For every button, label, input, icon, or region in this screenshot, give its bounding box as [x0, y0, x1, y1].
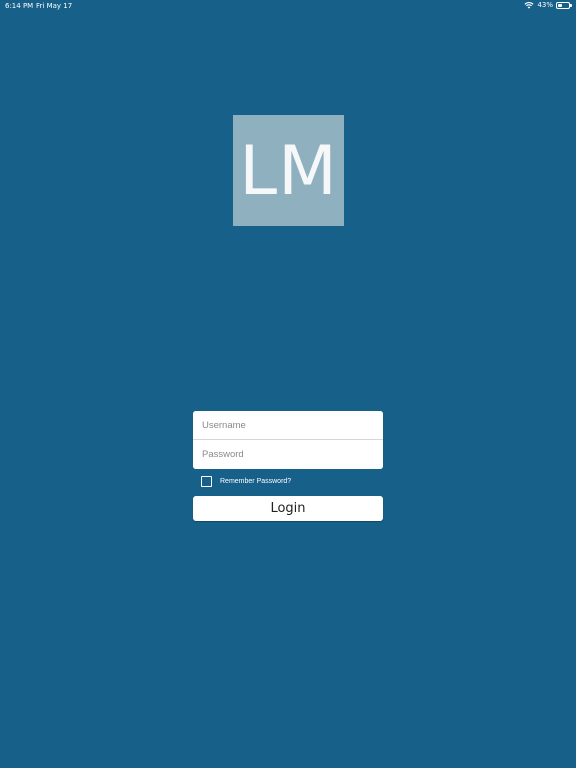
logo-text: LM: [239, 131, 338, 211]
remember-password-row[interactable]: Remember Password?: [201, 476, 291, 487]
battery-nub: [570, 4, 572, 7]
status-time: 6:14 PM: [5, 2, 34, 10]
login-button[interactable]: Login: [193, 496, 383, 521]
username-input[interactable]: [193, 411, 383, 439]
status-date: Fri May 17: [36, 2, 73, 10]
password-input[interactable]: [193, 440, 383, 469]
wifi-icon: [524, 2, 534, 9]
status-bar: 6:14 PM Fri May 17 43%: [0, 0, 576, 12]
status-indicators: 43%: [524, 1, 572, 9]
credentials-card: [193, 411, 383, 469]
battery-icon: [556, 1, 572, 9]
remember-password-checkbox[interactable]: [201, 476, 212, 487]
login-screen: 6:14 PM Fri May 17 43% LM Remember Passw…: [0, 0, 576, 768]
app-logo: LM: [233, 115, 344, 226]
battery-percent: 43%: [537, 1, 553, 9]
remember-password-label[interactable]: Remember Password?: [220, 478, 291, 485]
battery-fill: [558, 3, 563, 7]
